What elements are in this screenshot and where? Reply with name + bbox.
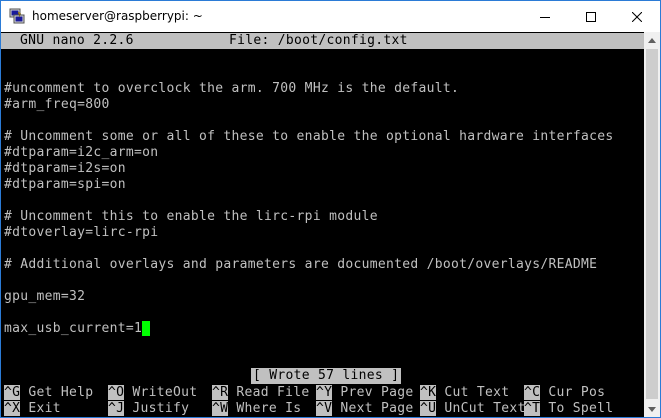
shortcut-row-1: ^G Get Help ^O WriteOut ^R Read File ^Y … bbox=[1, 385, 644, 401]
shortcut-label: Prev Page bbox=[332, 385, 422, 400]
shortcut-cut-text[interactable]: ^K Cut Text bbox=[420, 385, 526, 401]
current-line-text: max_usb_current=1 bbox=[4, 321, 143, 336]
nano-header-bar: GNU nano 2.2.6 File: /boot/config.txt bbox=[1, 33, 644, 49]
shortcut-key: ^T bbox=[524, 401, 541, 416]
shortcut-row-2: ^X Exit ^J Justify ^W Where Is ^V Next P… bbox=[1, 401, 644, 417]
editor-line: #dtparam=i2s=on bbox=[4, 161, 126, 176]
shortcut-label: Cur Pos bbox=[540, 385, 606, 400]
window-title: homeserver@raspberrypi: ~ bbox=[32, 9, 203, 23]
minimize-button[interactable] bbox=[522, 1, 568, 32]
shortcut-get-help[interactable]: ^G Get Help bbox=[4, 385, 110, 401]
shortcut-key: ^V bbox=[316, 401, 333, 416]
editor-line: #dtoverlay=lirc-rpi bbox=[4, 225, 159, 240]
maximize-icon bbox=[586, 11, 596, 22]
text-cursor bbox=[142, 321, 151, 336]
shortcut-writeout[interactable]: ^O WriteOut bbox=[108, 385, 214, 401]
editor-line-current[interactable]: max_usb_current=1 bbox=[4, 321, 151, 337]
terminal-screen[interactable]: GNU nano 2.2.6 File: /boot/config.txt #u… bbox=[1, 32, 644, 417]
shortcut-key: ^O bbox=[108, 385, 125, 400]
shortcut-key: ^U bbox=[420, 401, 437, 416]
minimize-icon bbox=[540, 16, 550, 18]
shortcut-exit[interactable]: ^X Exit bbox=[4, 401, 110, 417]
shortcut-label: WriteOut bbox=[124, 385, 214, 400]
shortcut-key: ^Y bbox=[316, 385, 333, 400]
shortcut-label: To Spell bbox=[540, 401, 614, 416]
editor-line: # Additional overlays and parameters are… bbox=[4, 257, 598, 272]
shortcut-key: ^X bbox=[4, 401, 21, 416]
shortcut-justify[interactable]: ^J Justify bbox=[108, 401, 214, 417]
shortcut-label: Cut Text bbox=[436, 385, 526, 400]
shortcut-where-is[interactable]: ^W Where Is bbox=[212, 401, 318, 417]
shortcut-key: ^C bbox=[524, 385, 541, 400]
shortcut-label: Justify bbox=[124, 401, 214, 416]
shortcut-key: ^R bbox=[212, 385, 229, 400]
putty-terminal-icon bbox=[9, 8, 25, 24]
editor-line: # Uncomment some or all of these to enab… bbox=[4, 129, 614, 144]
shortcut-label: Where Is bbox=[228, 401, 318, 416]
editor-line: #dtparam=spi=on bbox=[4, 177, 126, 192]
editor-line: #arm_freq=800 bbox=[4, 97, 110, 112]
close-icon bbox=[632, 11, 642, 22]
editor-line: # Uncomment this to enable the lirc-rpi … bbox=[4, 209, 378, 224]
shortcut-read-file[interactable]: ^R Read File bbox=[212, 385, 318, 401]
arrow-down-icon bbox=[648, 406, 656, 412]
terminal-window: homeserver@raspberrypi: ~ GNU nano 2.2.6… bbox=[0, 0, 661, 418]
vertical-scrollbar[interactable] bbox=[644, 32, 660, 417]
shortcut-label: Get Help bbox=[20, 385, 110, 400]
shortcut-cur-pos[interactable]: ^C Cur Pos bbox=[524, 385, 605, 401]
shortcut-label: UnCut Text bbox=[436, 401, 526, 416]
close-button[interactable] bbox=[614, 1, 660, 32]
nano-version: GNU nano 2.2.6 bbox=[20, 33, 134, 48]
scroll-up-button[interactable] bbox=[644, 32, 660, 48]
shortcut-to-spell[interactable]: ^T To Spell bbox=[524, 401, 613, 417]
editor-line: #uncomment to overclock the arm. 700 MHz… bbox=[4, 81, 460, 96]
scroll-down-button[interactable] bbox=[644, 401, 660, 417]
shortcut-next-page[interactable]: ^V Next Page bbox=[316, 401, 422, 417]
shortcut-label: Next Page bbox=[332, 401, 422, 416]
editor-line: gpu_mem=32 bbox=[4, 289, 86, 304]
shortcut-label: Read File bbox=[228, 385, 318, 400]
maximize-button[interactable] bbox=[568, 1, 614, 32]
editor-line: #dtparam=i2c_arm=on bbox=[4, 145, 159, 160]
shortcut-key: ^G bbox=[4, 385, 21, 400]
scrollbar-thumb[interactable] bbox=[646, 49, 658, 399]
shortcut-key: ^J bbox=[108, 401, 125, 416]
shortcut-key: ^K bbox=[420, 385, 437, 400]
shortcut-prev-page[interactable]: ^Y Prev Page bbox=[316, 385, 422, 401]
nano-file-name: File: /boot/config.txt bbox=[229, 33, 408, 48]
arrow-up-icon bbox=[648, 37, 656, 43]
status-message: [ Wrote 57 lines ] bbox=[251, 368, 402, 384]
shortcut-label: Exit bbox=[20, 401, 110, 416]
shortcut-uncut-text[interactable]: ^U UnCut Text bbox=[420, 401, 526, 417]
shortcut-key: ^W bbox=[212, 401, 229, 416]
title-bar[interactable]: homeserver@raspberrypi: ~ bbox=[1, 1, 660, 32]
